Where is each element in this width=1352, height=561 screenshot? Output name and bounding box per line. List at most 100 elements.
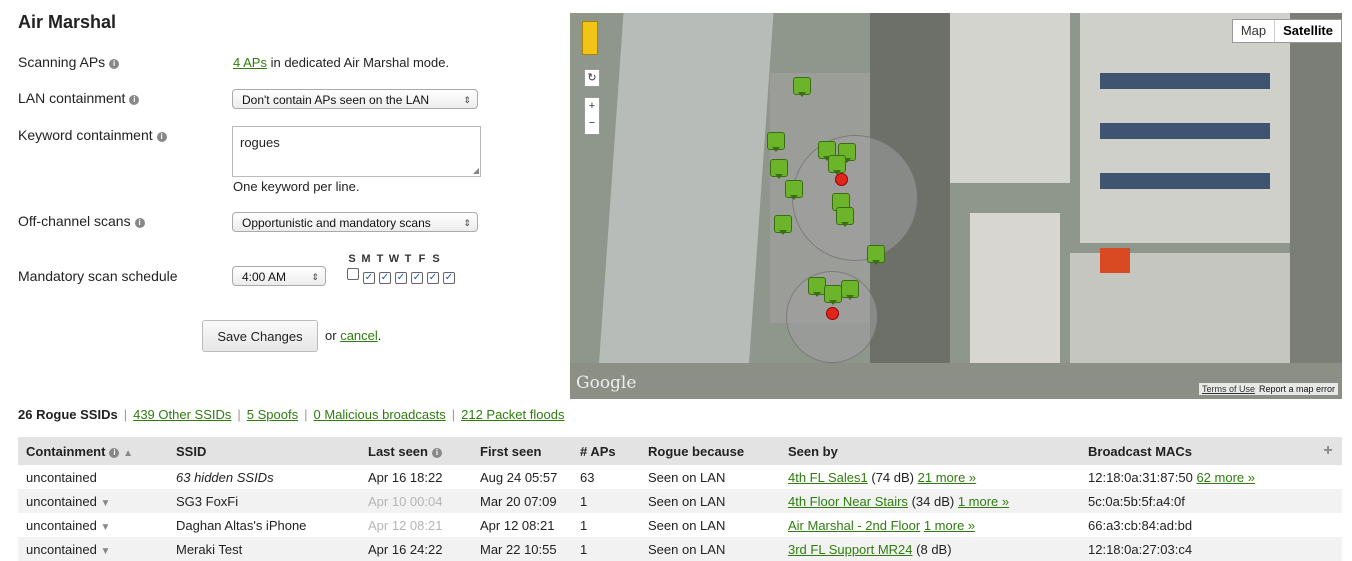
- schedule-label: Mandatory scan schedule: [18, 268, 178, 284]
- containment-cell[interactable]: uncontained ▼: [18, 537, 168, 561]
- street-view-pegman-icon[interactable]: [582, 21, 598, 55]
- save-changes-button[interactable]: Save Changes: [202, 320, 318, 352]
- day-label: S: [432, 253, 440, 265]
- map-type-map[interactable]: Map: [1233, 20, 1274, 42]
- day-label: W: [388, 253, 400, 265]
- ap-marker-icon[interactable]: [824, 285, 842, 305]
- lan-containment-select[interactable]: Don't contain APs seen on the LAN ⇕: [232, 89, 478, 109]
- info-icon[interactable]: i: [109, 447, 120, 458]
- rogue-location-icon[interactable]: [826, 307, 839, 320]
- seen-by-cell: 4th FL Sales1 (74 dB) 21 more »: [788, 469, 977, 485]
- off-channel-label: Off-channel scans i: [18, 213, 145, 229]
- empty-cell: [1306, 465, 1342, 489]
- select-arrows-icon: ⇕: [311, 272, 319, 282]
- map-type-satellite[interactable]: Satellite: [1274, 20, 1341, 42]
- day-label: M: [361, 253, 371, 265]
- map-type-toggle[interactable]: Map Satellite: [1231, 19, 1342, 43]
- seen-by-link[interactable]: 4th Floor Near Stairs: [788, 494, 908, 509]
- tab-packet-floods[interactable]: 212 Packet floods: [461, 407, 564, 422]
- col-containment[interactable]: Containment i ▲: [18, 437, 168, 465]
- report-error-link[interactable]: Report a map error: [1259, 384, 1335, 394]
- broadcast-mac-cell: 66:a3:cb:84:ad:bd: [1088, 517, 1193, 533]
- mac-more-link[interactable]: 62 more »: [1196, 470, 1255, 485]
- rogue-because-cell: Seen on LAN: [648, 469, 726, 485]
- ssid-cell: SG3 FoxFi: [168, 489, 360, 513]
- table-row[interactable]: uncontained ▼ Daghan Altas's iPhone Apr 12…: [18, 513, 1342, 537]
- col-broadcast-macs[interactable]: Broadcast MACs: [1080, 437, 1306, 465]
- ap-marker-icon[interactable]: [867, 245, 885, 265]
- col-rogue-because[interactable]: Rogue because: [640, 437, 780, 465]
- table-row[interactable]: uncontained ▼ Meraki Test Apr 16 24:22 Mar …: [18, 537, 1342, 561]
- ap-marker-icon[interactable]: [785, 180, 803, 200]
- seen-by-link[interactable]: 3rd FL Support MR24: [788, 542, 913, 557]
- day-checkbox[interactable]: ✓: [427, 272, 439, 284]
- seen-by-more-link[interactable]: 21 more »: [918, 470, 977, 485]
- containment-cell[interactable]: uncontained ▼: [18, 513, 168, 537]
- col-aps[interactable]: # APs: [572, 437, 640, 465]
- info-icon[interactable]: i: [156, 132, 167, 142]
- info-icon[interactable]: i: [109, 59, 120, 69]
- cancel-link[interactable]: cancel: [340, 328, 378, 343]
- last-seen-cell: Apr 12 08:21: [368, 517, 443, 533]
- day-checkbox[interactable]: ✓: [411, 272, 423, 284]
- seen-by-cell: Air Marshal - 2nd Floor 1 more »: [780, 513, 1080, 537]
- ap-marker-icon[interactable]: [767, 132, 785, 152]
- col-first-seen[interactable]: First seen: [472, 437, 572, 465]
- last-seen-cell: Apr 16 24:22: [360, 537, 472, 561]
- ssid-cell: Meraki Test: [168, 537, 360, 561]
- schedule-time-select[interactable]: 4:00 AM ⇕: [232, 266, 326, 286]
- containment-cell[interactable]: uncontained: [18, 465, 168, 489]
- chevron-down-icon[interactable]: ▼: [100, 498, 110, 509]
- chevron-down-icon[interactable]: ▼: [100, 522, 110, 533]
- chevron-down-icon[interactable]: ▼: [100, 546, 110, 557]
- day-checkbox[interactable]: ✓: [395, 272, 407, 284]
- info-icon[interactable]: i: [431, 447, 442, 458]
- day-checkbox[interactable]: ✓: [443, 272, 455, 284]
- aps-cell: 1: [580, 517, 588, 533]
- keyword-textarea[interactable]: rogues ◢: [232, 126, 481, 177]
- ap-marker-icon[interactable]: [793, 77, 811, 97]
- zoom-out-icon[interactable]: −: [585, 115, 599, 132]
- satellite-map[interactable]: ↻ + − Map Satellite Google Terms of Use Re…: [570, 13, 1342, 399]
- col-last-seen[interactable]: Last seen i: [360, 437, 472, 465]
- terms-link[interactable]: Terms of Use: [1202, 384, 1255, 394]
- seen-by-link[interactable]: 4th FL Sales1: [788, 470, 868, 485]
- scanning-aps-label: Scanning APs i: [18, 54, 120, 70]
- tab-spoofs[interactable]: 5 Spoofs: [247, 407, 298, 422]
- containment-cell[interactable]: uncontained ▼: [18, 489, 168, 513]
- col-ssid[interactable]: SSID: [168, 437, 360, 465]
- info-icon[interactable]: i: [134, 218, 145, 228]
- day-checkbox[interactable]: ✓: [379, 272, 391, 284]
- ap-marker-icon[interactable]: [828, 155, 846, 175]
- rotate-icon[interactable]: ↻: [584, 69, 600, 87]
- seen-by-link[interactable]: Air Marshal - 2nd Floor: [788, 518, 920, 533]
- tab-other-ssids[interactable]: 439 Other SSIDs: [133, 407, 231, 422]
- info-icon[interactable]: i: [129, 95, 140, 105]
- tab-rogue-ssids[interactable]: 26 Rogue SSIDs: [18, 407, 118, 422]
- zoom-control[interactable]: + −: [584, 97, 600, 135]
- rogue-because-cell: Seen on LAN: [648, 517, 726, 533]
- ssid-cell: 63 hidden SSIDs: [176, 469, 274, 485]
- zoom-in-icon[interactable]: +: [585, 98, 599, 115]
- ssid-cell: Daghan Altas's iPhone: [176, 517, 307, 533]
- ap-marker-icon[interactable]: [770, 159, 788, 179]
- sort-asc-icon[interactable]: ▲: [123, 448, 133, 459]
- day-checkbox[interactable]: [347, 268, 359, 280]
- ap-marker-icon[interactable]: [774, 215, 792, 235]
- ap-marker-icon[interactable]: [836, 207, 854, 227]
- table-row[interactable]: uncontained ▼ SG3 FoxFi Apr 10 00:04 Mar 20…: [18, 489, 1342, 513]
- keyword-hint: One keyword per line.: [233, 179, 360, 194]
- aps-link[interactable]: 4 APs: [233, 55, 267, 70]
- off-channel-select[interactable]: Opportunistic and mandatory scans ⇕: [232, 212, 478, 232]
- seen-by-more-link[interactable]: 1 more »: [924, 518, 975, 533]
- table-row[interactable]: uncontained 63 hidden SSIDs Apr 16 18:22 Au…: [18, 465, 1342, 489]
- tab-malicious-broadcasts[interactable]: 0 Malicious broadcasts: [313, 407, 445, 422]
- ap-marker-icon[interactable]: [841, 280, 859, 300]
- day-checkbox[interactable]: ✓: [363, 272, 375, 284]
- col-seen-by[interactable]: Seen by: [780, 437, 1080, 465]
- add-column-button[interactable]: +: [1306, 437, 1342, 465]
- resize-handle-icon[interactable]: ◢: [473, 166, 479, 175]
- broadcast-mac-cell: 5c:0a:5b:5f:a4:0f: [1080, 489, 1306, 513]
- aps-cell: 1: [572, 489, 640, 513]
- seen-by-more-link[interactable]: 1 more »: [958, 494, 1009, 509]
